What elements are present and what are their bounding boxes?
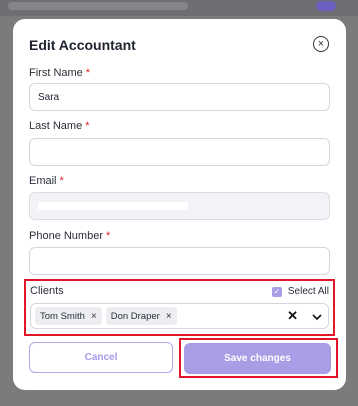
select-all-checkbox[interactable]: ✓ Select All <box>271 286 329 297</box>
required-mark: * <box>106 230 111 242</box>
clients-label: Clients <box>30 285 64 297</box>
modal-title: Edit Accountant <box>29 37 136 53</box>
phone-number-label: Phone Number * <box>29 230 111 242</box>
client-chip: Tom Smith × <box>35 307 102 325</box>
backdrop-toggle <box>316 1 336 11</box>
cancel-button[interactable]: Cancel <box>29 342 173 373</box>
save-highlight: Save changes <box>179 338 338 378</box>
client-chip: Don Draper × <box>105 307 177 325</box>
redacted-email <box>38 202 188 210</box>
last-name-field[interactable] <box>29 138 330 166</box>
first-name-field[interactable]: Sara <box>29 83 330 111</box>
clients-multiselect[interactable]: Tom Smith × Don Draper × ✕ <box>30 303 329 329</box>
clear-all-icon[interactable]: ✕ <box>287 308 298 324</box>
backdrop-blurred-text <box>8 2 188 10</box>
chevron-down-icon[interactable] <box>312 312 322 322</box>
edit-accountant-modal: Edit Accountant × First Name * Sara Last … <box>13 19 346 390</box>
client-chip-label: Don Draper <box>110 310 160 322</box>
remove-chip-icon[interactable]: × <box>91 311 97 322</box>
first-name-value: Sara <box>38 91 60 103</box>
remove-chip-icon[interactable]: × <box>166 311 172 322</box>
checkmark-icon: ✓ <box>271 286 282 297</box>
phone-number-field[interactable] <box>29 247 330 275</box>
required-mark: * <box>85 120 90 132</box>
client-chip-label: Tom Smith <box>40 310 85 322</box>
close-icon: × <box>317 37 325 50</box>
clients-section: Clients ✓ Select All Tom Smith × Don Dra… <box>24 279 335 336</box>
email-field[interactable] <box>29 192 330 220</box>
select-all-label: Select All <box>287 286 329 297</box>
backdrop-page <box>0 0 358 16</box>
email-label: Email * <box>29 175 64 187</box>
required-mark: * <box>85 67 91 79</box>
save-changes-button[interactable]: Save changes <box>184 343 331 374</box>
last-name-label: Last Name * <box>29 120 90 132</box>
required-mark: * <box>59 175 64 187</box>
close-button[interactable]: × <box>313 36 329 52</box>
first-name-label: First Name * <box>29 67 91 79</box>
